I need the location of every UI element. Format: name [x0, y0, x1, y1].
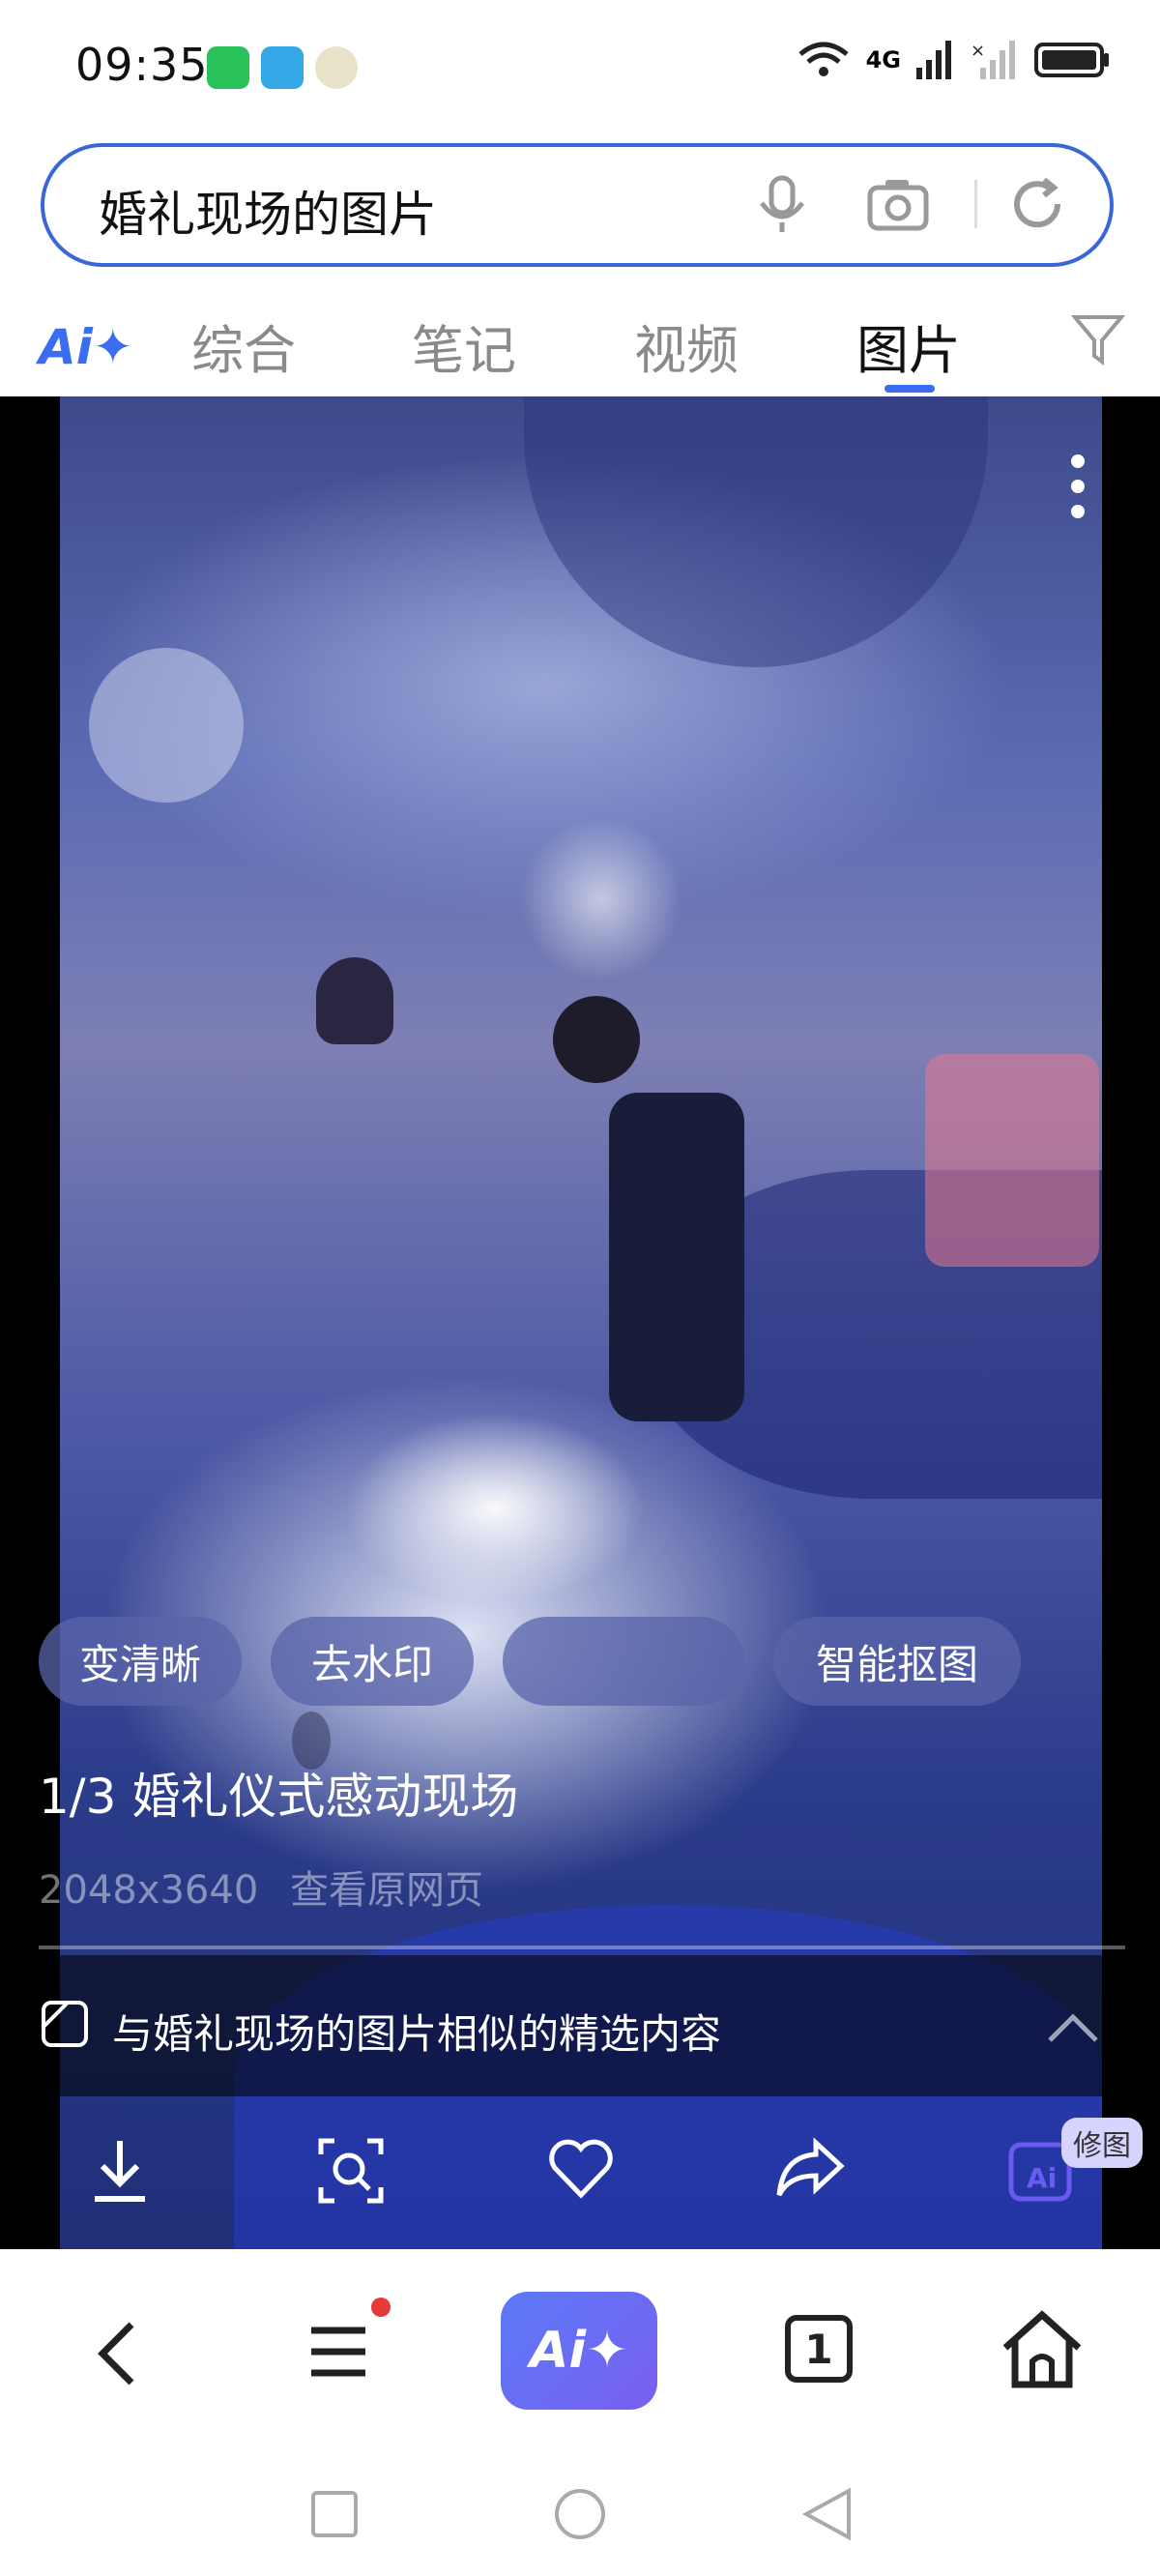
search-divider [974, 180, 977, 228]
image-search-icon[interactable] [317, 2137, 385, 2205]
notification-dot [371, 2298, 391, 2317]
system-back-icon[interactable] [800, 2487, 855, 2541]
view-source-link[interactable]: 查看原网页 [290, 1868, 483, 1913]
photo-ceiling-shadow [524, 396, 988, 667]
similar-icon [42, 2001, 88, 2047]
status-bar: 09:35 4G × [0, 0, 1160, 135]
tab-videos[interactable]: 视频 [634, 307, 739, 384]
edit-badge: 修图 [1061, 2118, 1143, 2168]
image-dimensions: 2048x3640 [39, 1868, 259, 1913]
blank-chip[interactable] [503, 1617, 744, 1706]
battery-icon [1034, 43, 1109, 77]
photo-screen [925, 1054, 1099, 1267]
image-caption: 1/3 婚礼仪式感动现场 [39, 1769, 519, 1825]
wifi-icon [798, 42, 849, 76]
recent-apps-icon[interactable] [309, 2489, 360, 2539]
filter-icon[interactable] [1071, 311, 1125, 369]
chevron-up-icon[interactable] [1044, 2009, 1102, 2048]
photo-bride-hair [553, 996, 640, 1083]
photo-groom-suit [609, 1093, 744, 1421]
signal-icon-2: × [971, 41, 1015, 79]
more-options-icon[interactable] [1071, 454, 1090, 530]
wechat-icon [207, 46, 249, 89]
search-input[interactable]: 婚礼现场的图片 [99, 176, 437, 246]
similar-content-text[interactable]: 与婚礼现场的图片相似的精选内容 [112, 2002, 721, 2061]
smart-cutout-chip[interactable]: 智能抠图 [773, 1617, 1021, 1706]
status-right: 4G × [797, 39, 1112, 81]
remove-watermark-chip[interactable]: 去水印 [271, 1617, 474, 1706]
moon-app-icon [315, 46, 358, 89]
tab-count-button[interactable]: 1 [785, 2315, 853, 2383]
heart-icon[interactable] [547, 2137, 615, 2201]
share-icon[interactable] [775, 2137, 845, 2201]
download-icon[interactable] [89, 2137, 151, 2205]
signal-icon [916, 41, 951, 79]
book-app-icon [261, 46, 304, 89]
menu-icon[interactable] [307, 2321, 369, 2383]
network-label: 4G [865, 46, 901, 73]
home-icon[interactable] [1000, 2309, 1085, 2390]
photo-chandelier [89, 648, 244, 803]
search-box[interactable]: 婚礼现场的图片 [41, 143, 1114, 267]
tab-comprehensive[interactable]: 综合 [191, 307, 296, 384]
ai-assistant-button[interactable]: Ai✦ [501, 2292, 657, 2410]
tab-notes[interactable]: 笔记 [412, 307, 516, 384]
image-meta: 2048x3640 查看原网页 [39, 1859, 503, 1915]
photo-groom-head [316, 957, 393, 1044]
refresh-icon[interactable] [1005, 172, 1069, 236]
progress-line [39, 1946, 1125, 1949]
active-tab-indicator [884, 385, 935, 393]
svg-text:×: × [971, 41, 985, 61]
enhance-chip[interactable]: 变清晰 [39, 1617, 242, 1706]
system-home-icon[interactable] [553, 2487, 607, 2541]
tab-images[interactable]: 图片 [856, 307, 961, 384]
tab-bar: Ai✦ 综合 笔记 视频 图片 [0, 290, 1160, 396]
svg-text:Ai: Ai [1027, 2162, 1057, 2194]
status-time: 09:35 [75, 39, 209, 91]
tabs-ai-logo[interactable]: Ai✦ [39, 319, 133, 375]
camera-icon[interactable] [864, 172, 932, 236]
back-icon[interactable] [93, 2317, 141, 2390]
microphone-icon[interactable] [750, 172, 814, 236]
